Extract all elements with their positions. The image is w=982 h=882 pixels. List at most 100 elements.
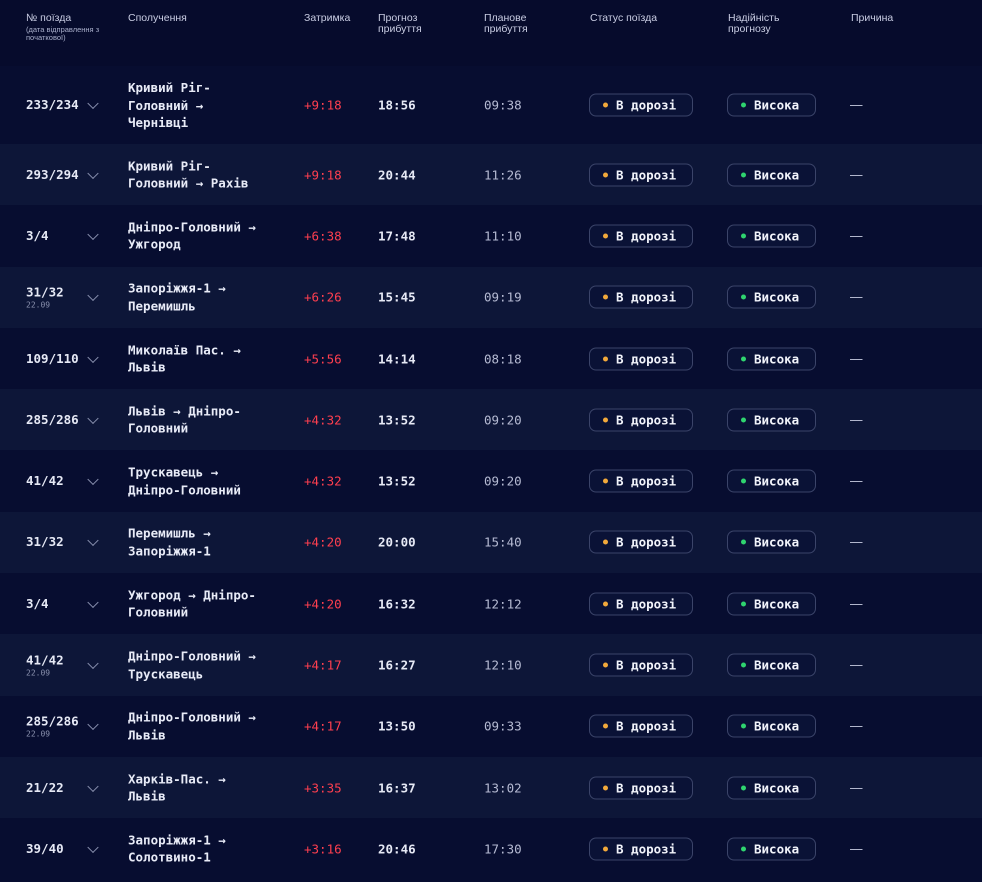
- reason: —: [850, 474, 863, 489]
- forecast-arrival: 13:50: [378, 718, 416, 734]
- chevron-down-icon[interactable]: [87, 167, 99, 179]
- reliability-label: Висока: [754, 228, 800, 244]
- train-number: 31/32: [26, 534, 64, 550]
- header-train-number-sub: (дата відправлення з початкової): [26, 25, 100, 42]
- status-badge: В дорозі: [589, 285, 693, 309]
- table-row[interactable]: 3/4 Ужгород → Дніпро- Головний +4:20 16:…: [0, 573, 982, 635]
- table-row[interactable]: 41/42 Трускавець → Дніпро-Головний +4:32…: [0, 450, 982, 512]
- reliability-label: Висока: [754, 412, 800, 428]
- chevron-down-icon[interactable]: [87, 289, 99, 302]
- status-badge: В дорозі: [589, 714, 693, 738]
- status-label: В дорозі: [616, 657, 677, 673]
- delay: +4:17: [304, 657, 342, 673]
- reliability-dot-icon: [741, 662, 746, 668]
- chevron-down-icon[interactable]: [87, 596, 99, 608]
- table-row[interactable]: 31/32 Перемишль → Запоріжжя-1 +4:20 20:0…: [0, 511, 982, 574]
- chevron-down-icon[interactable]: [87, 97, 99, 110]
- table-row[interactable]: 293/294 Кривий Ріг- Головний → Рахів +9:…: [0, 144, 982, 206]
- table-row[interactable]: 39/40 Запоріжжя-1 → Солотвино-1 +3:16 20…: [0, 818, 982, 880]
- train-number: 41/42 22.09: [26, 653, 64, 678]
- status-label: В дорозі: [616, 718, 677, 734]
- reliability-label: Висока: [754, 657, 800, 673]
- table-row[interactable]: 31/32 22.09 Запоріжжя-1 → Перемишль +6:2…: [0, 266, 982, 328]
- chevron-down-icon[interactable]: [87, 535, 99, 547]
- table-row[interactable]: 285/286 Львів → Дніпро- Головний +4:32 1…: [0, 389, 982, 451]
- status-badge: В дорозі: [589, 837, 693, 861]
- table-row[interactable]: 21/22 Харків-Пас. → Львів +3:35 16:37 13…: [0, 756, 982, 819]
- table-row[interactable]: 41/42 22.09 Дніпро-Головний → Трускавець…: [0, 634, 982, 696]
- reliability-badge: Висока: [727, 530, 816, 554]
- train-number-label: 31/32: [26, 534, 64, 550]
- chevron-down-icon[interactable]: [87, 657, 99, 670]
- status-label: В дорозі: [616, 596, 677, 612]
- status-badge: В дорозі: [589, 653, 693, 677]
- table-row[interactable]: 109/110 Миколаїв Пас. → Львів +5:56 14:1…: [0, 327, 982, 390]
- reliability-badge: Висока: [727, 224, 816, 248]
- reliability-label: Висока: [754, 841, 800, 857]
- reliability-label: Висока: [754, 289, 800, 305]
- route: Перемишль → Запоріжжя-1: [128, 525, 211, 559]
- delay: +4:20: [304, 596, 342, 612]
- train-number-label: 3/4: [26, 227, 49, 243]
- train-number: 233/234: [26, 97, 79, 113]
- table-row[interactable]: 233/234 Кривий Ріг- Головний → Чернівці …: [0, 66, 982, 144]
- planned-arrival: 11:26: [484, 167, 522, 183]
- chevron-down-icon[interactable]: [87, 780, 99, 792]
- status-label: В дорозі: [616, 841, 677, 857]
- status-badge: В дорозі: [589, 592, 693, 616]
- table-row[interactable]: 3/4 Дніпро-Головний → Ужгород +6:38 17:4…: [0, 205, 982, 267]
- train-number: 21/22: [26, 780, 64, 796]
- header-route: Сполучення: [128, 12, 187, 24]
- route: Кривий Ріг- Головний → Рахів: [128, 158, 249, 191]
- reliability-dot-icon: [741, 846, 746, 852]
- table-header: № поїзда (дата відправлення з початкової…: [0, 0, 982, 66]
- delay: +6:38: [304, 228, 342, 244]
- table-body: 233/234 Кривий Ріг- Головний → Чернівці …: [0, 66, 982, 880]
- departure-date: 22.09: [26, 668, 51, 678]
- train-number: 285/286 22.09: [26, 714, 79, 739]
- reliability-dot-icon: [741, 723, 746, 729]
- status-label: В дорозі: [616, 412, 677, 428]
- delay: +4:32: [304, 412, 342, 428]
- chevron-down-icon[interactable]: [87, 351, 99, 363]
- status-badge: В дорозі: [589, 224, 693, 248]
- forecast-arrival: 17:48: [378, 228, 416, 244]
- reason: —: [850, 351, 863, 366]
- route: Кривий Ріг- Головний → Чернівці: [128, 79, 211, 130]
- header-planned: Планове прибуття: [484, 12, 528, 35]
- status-label: В дорозі: [616, 167, 677, 183]
- status-badge: В дорозі: [589, 163, 693, 187]
- reliability-label: Висока: [754, 351, 800, 367]
- delay: +4:32: [304, 473, 342, 489]
- reason: —: [850, 780, 863, 795]
- chevron-down-icon[interactable]: [87, 841, 99, 853]
- train-number: 31/32 22.09: [26, 285, 64, 310]
- status-badge: В дорозі: [589, 530, 693, 554]
- chevron-down-icon[interactable]: [87, 719, 99, 731]
- train-number: 109/110: [26, 351, 79, 367]
- reason: —: [850, 596, 863, 611]
- chevron-down-icon[interactable]: [87, 473, 99, 486]
- reliability-badge: Висока: [727, 285, 816, 309]
- reliability-label: Висока: [754, 718, 800, 734]
- table-row[interactable]: 285/286 22.09 Дніпро-Головний → Львів +4…: [0, 695, 982, 757]
- train-number-label: 285/286: [26, 713, 79, 729]
- status-dot-icon: [603, 294, 608, 300]
- status-badge: В дорозі: [589, 408, 693, 432]
- reason: —: [850, 412, 863, 427]
- chevron-down-icon[interactable]: [87, 228, 99, 240]
- chevron-down-icon[interactable]: [87, 412, 99, 424]
- reliability-dot-icon: [741, 601, 746, 607]
- planned-arrival: 09:33: [484, 718, 522, 734]
- train-number-label: 293/294: [26, 166, 79, 182]
- planned-arrival: 09:38: [484, 97, 522, 113]
- reliability-label: Висока: [754, 167, 800, 183]
- planned-arrival: 17:30: [484, 841, 522, 857]
- header-forecast: Прогноз прибуття: [378, 12, 422, 35]
- delay: +4:20: [304, 534, 342, 550]
- delay: +9:18: [304, 97, 342, 113]
- reliability-dot-icon: [741, 539, 746, 545]
- train-number-label: 39/40: [26, 840, 64, 856]
- forecast-arrival: 20:44: [378, 167, 416, 183]
- planned-arrival: 08:18: [484, 351, 522, 367]
